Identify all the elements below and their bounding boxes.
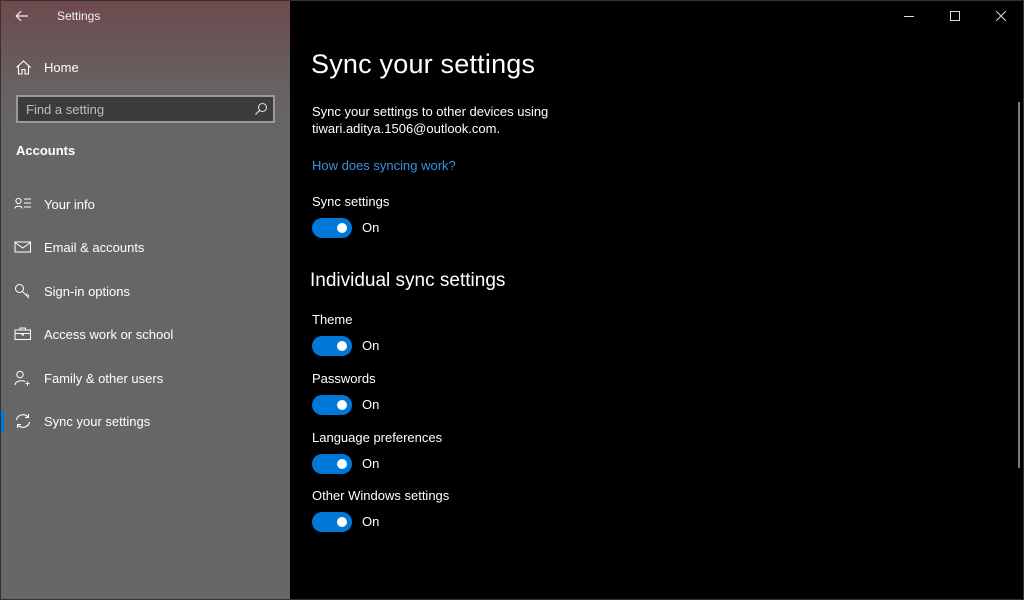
sidebar-item-label: Sync your settings [44, 414, 151, 429]
sidebar-item-sync-settings[interactable]: Sync your settings [0, 401, 290, 441]
toggle-state: On [362, 514, 380, 529]
sync-icon [15, 414, 31, 428]
other-windows-settings-toggle[interactable] [312, 512, 352, 532]
toggle-knob [337, 400, 347, 410]
toggle-knob [337, 459, 347, 469]
main-content: Sync your settings Sync your settings to… [290, 0, 1024, 600]
app-title: Settings [57, 9, 101, 23]
maximize-icon [950, 11, 960, 21]
toggle-state: On [362, 456, 380, 471]
minimize-button[interactable] [886, 0, 932, 32]
theme-toggle[interactable] [312, 336, 352, 356]
toggle-state: On [362, 397, 380, 412]
close-icon [996, 11, 1006, 21]
toggle-state: On [362, 338, 380, 353]
sidebar-item-label: Your info [44, 197, 95, 212]
setting-label: Theme [312, 312, 353, 327]
arrow-left-icon [15, 10, 28, 22]
sidebar-item-access-work-school[interactable]: Access work or school [0, 314, 290, 354]
individual-sync-heading: Individual sync settings [310, 270, 506, 291]
page-title: Sync your settings [311, 49, 536, 79]
add-user-icon [14, 370, 30, 386]
sidebar-item-label: Sign-in options [44, 284, 130, 299]
close-button[interactable] [978, 0, 1024, 32]
setting-label: Sync settings [312, 194, 390, 209]
search-icon[interactable] [254, 102, 268, 116]
key-icon [15, 284, 30, 299]
language-preferences-toggle[interactable] [312, 454, 352, 474]
maximize-button[interactable] [932, 0, 978, 32]
mail-icon [14, 241, 31, 253]
sync-settings-toggle[interactable] [312, 218, 352, 238]
toggle-knob [337, 517, 347, 527]
briefcase-icon [14, 327, 31, 340]
search-box[interactable] [16, 95, 275, 123]
toggle-state: On [362, 220, 380, 235]
sidebar-item-label: Family & other users [44, 371, 164, 386]
title-bar: Settings [0, 0, 290, 32]
setting-label: Passwords [312, 371, 376, 386]
sidebar-item-email-accounts[interactable]: Email & accounts [0, 227, 290, 267]
section-title: Accounts [16, 143, 76, 158]
setting-label: Other Windows settings [312, 488, 450, 503]
toggle-knob [337, 223, 347, 233]
home-icon [16, 60, 31, 75]
back-button[interactable] [8, 2, 36, 30]
sidebar-item-family-users[interactable]: Family & other users [0, 358, 290, 398]
sidebar-item-home[interactable]: Home [0, 52, 290, 82]
how-syncing-works-link[interactable]: How does syncing work? [312, 158, 456, 173]
sidebar-item-sign-in-options[interactable]: Sign-in options [0, 271, 290, 311]
contact-info-icon [14, 197, 31, 209]
settings-window: Settings Home Accounts Your info [0, 0, 1024, 600]
sidebar-item-label: Access work or school [44, 327, 174, 342]
sidebar-item-label: Email & accounts [44, 240, 145, 255]
selection-indicator [0, 410, 4, 432]
vertical-scrollbar[interactable] [1018, 102, 1020, 468]
sidebar-item-label: Home [44, 60, 79, 75]
search-input[interactable] [18, 97, 246, 121]
sync-description: Sync your settings to other devices usin… [312, 104, 549, 136]
minimize-icon [904, 16, 914, 17]
sidebar-item-your-info[interactable]: Your info [0, 184, 290, 224]
window-controls [886, 0, 1024, 32]
passwords-toggle[interactable] [312, 395, 352, 415]
toggle-knob [337, 341, 347, 351]
setting-label: Language preferences [312, 430, 443, 445]
sidebar: Settings Home Accounts Your info [0, 0, 290, 600]
